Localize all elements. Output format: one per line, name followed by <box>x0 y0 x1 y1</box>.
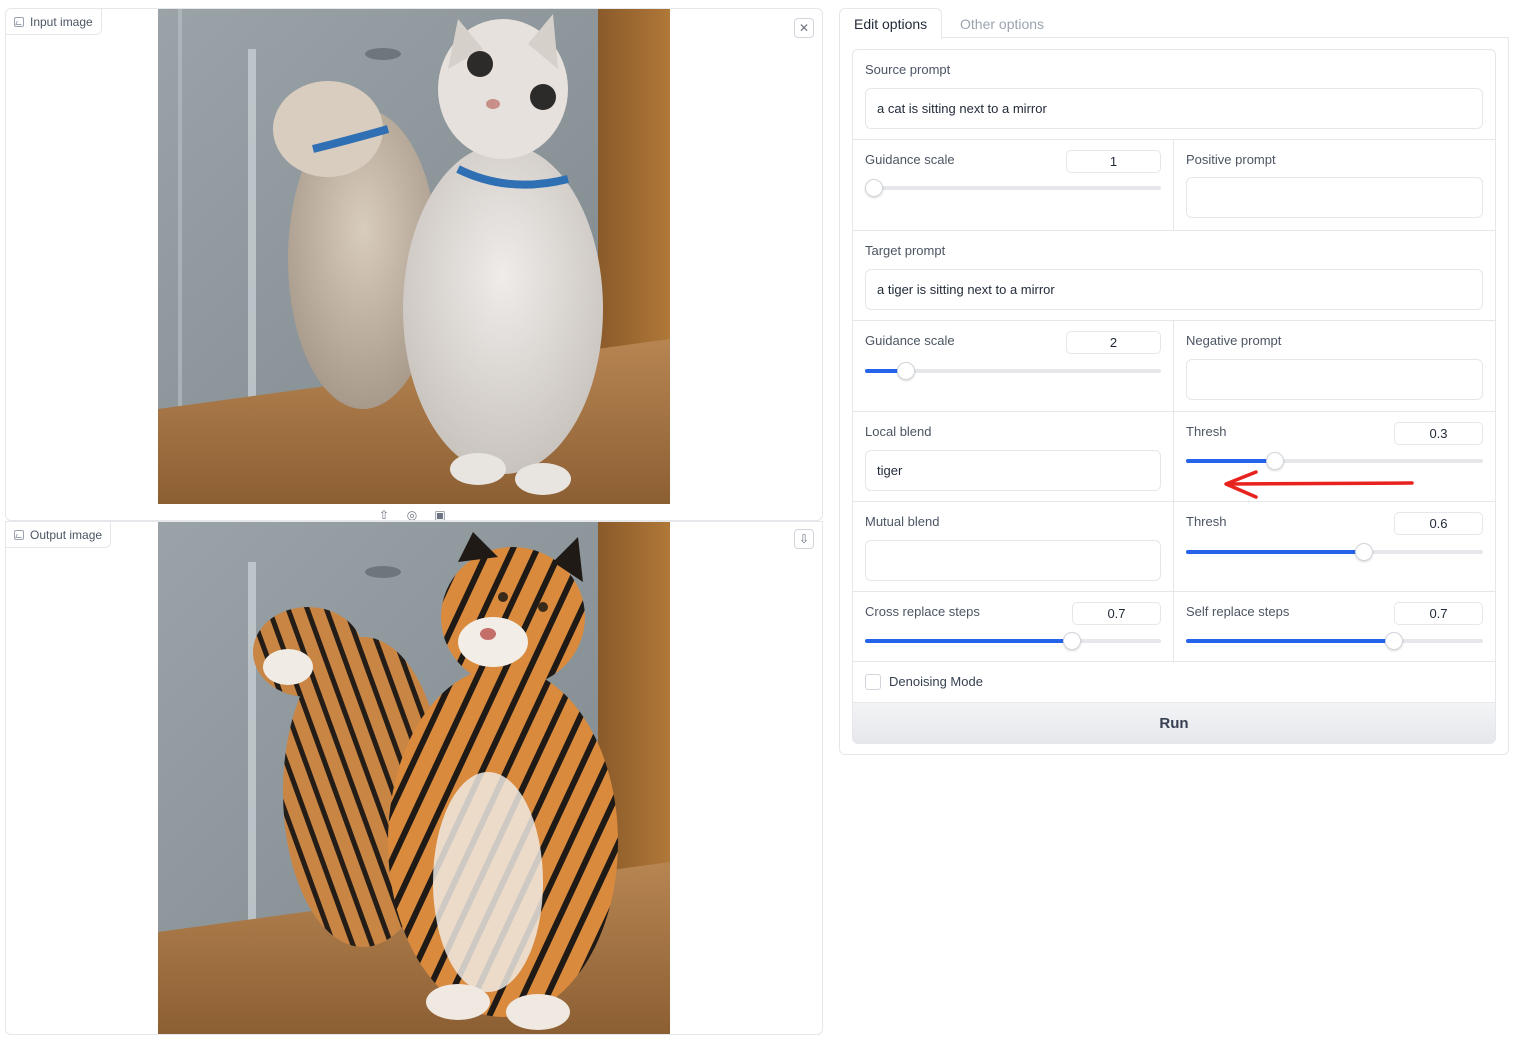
source-guidance-number[interactable]: 1 <box>1066 150 1161 173</box>
output-tiger-photo <box>158 522 670 1034</box>
input-image-label-text: Input image <box>30 14 93 29</box>
input-image-panel[interactable]: Input image ✕ ⇧ ◎ ▣ <box>5 8 823 521</box>
source-prompt-input[interactable]: a cat is sitting next to a mirror <box>865 88 1483 129</box>
local-thresh-label: Thresh <box>1186 424 1227 439</box>
denoising-mode-checkbox[interactable] <box>865 674 881 690</box>
target-guidance-number[interactable]: 2 <box>1066 331 1161 354</box>
tab-other-options[interactable]: Other options <box>946 8 1058 39</box>
positive-prompt-input[interactable] <box>1186 177 1483 218</box>
slider-thumb[interactable] <box>897 362 916 380</box>
image-source-toolbar: ⇧ ◎ ▣ <box>376 508 448 520</box>
local-blend-input[interactable]: tiger <box>865 450 1161 491</box>
target-prompt-row: Target prompt a tiger is sitting next to… <box>853 231 1495 321</box>
self-replace-number[interactable]: 0.7 <box>1394 602 1483 625</box>
options-tabs: Edit options Other options <box>839 8 1509 39</box>
download-icon: ⇩ <box>798 532 810 546</box>
slider-thumb[interactable] <box>1384 632 1403 650</box>
self-replace-label: Self replace steps <box>1186 604 1290 619</box>
replace-steps-row: Cross replace steps 0.7 Self replace ste… <box>853 592 1495 662</box>
source-guidance-label: Guidance scale <box>865 152 955 167</box>
run-button[interactable]: Run <box>853 702 1495 743</box>
denoising-row: Denoising Mode <box>853 662 1495 702</box>
negative-prompt-input[interactable] <box>1186 359 1483 400</box>
target-guidance-row: Guidance scale 2 Negative prompt <box>853 321 1495 412</box>
edit-options-form: Source prompt a cat is sitting next to a… <box>852 49 1496 744</box>
denoising-mode-label[interactable]: Denoising Mode <box>889 674 983 689</box>
slider-thumb[interactable] <box>865 179 883 197</box>
source-guidance-row: Guidance scale 1 Positive prompt <box>853 140 1495 231</box>
target-guidance-label: Guidance scale <box>865 333 955 348</box>
mutual-blend-label: Mutual blend <box>865 514 940 529</box>
target-guidance-slider[interactable] <box>865 362 1161 380</box>
image-icon <box>14 529 24 540</box>
mutual-blend-input[interactable] <box>865 540 1161 581</box>
source-guidance-slider[interactable] <box>865 179 1161 197</box>
download-button[interactable]: ⇩ <box>794 529 814 549</box>
clipboard-icon[interactable]: ▣ <box>432 508 448 520</box>
output-image-label: Output image <box>6 522 112 548</box>
self-replace-slider[interactable] <box>1186 632 1483 650</box>
input-cat-photo <box>158 9 670 504</box>
local-blend-label: Local blend <box>865 424 932 439</box>
source-prompt-row: Source prompt a cat is sitting next to a… <box>853 50 1495 140</box>
slider-thumb[interactable] <box>1063 632 1082 650</box>
slider-thumb[interactable] <box>1355 543 1374 561</box>
cross-replace-slider[interactable] <box>865 632 1161 650</box>
mutual-thresh-label: Thresh <box>1186 514 1227 529</box>
output-image-panel: Output image ⇩ <box>5 521 823 1035</box>
output-image-label-text: Output image <box>30 527 103 542</box>
slider-thumb[interactable] <box>1266 452 1285 470</box>
mutual-thresh-slider[interactable] <box>1186 543 1483 561</box>
mutual-blend-row: Mutual blend Thresh 0.6 <box>853 502 1495 592</box>
clear-image-button[interactable]: ✕ <box>794 18 814 38</box>
input-image-label: Input image <box>6 9 102 35</box>
tab-edit-options[interactable]: Edit options <box>839 8 943 39</box>
local-thresh-slider[interactable] <box>1186 452 1483 470</box>
source-prompt-label: Source prompt <box>865 62 951 77</box>
cross-replace-number[interactable]: 0.7 <box>1072 602 1161 625</box>
negative-prompt-label: Negative prompt <box>1186 333 1282 348</box>
local-thresh-number[interactable]: 0.3 <box>1394 422 1483 445</box>
image-icon <box>14 16 24 27</box>
webcam-icon[interactable]: ◎ <box>404 508 420 520</box>
red-arrow-annotation <box>1224 470 1414 499</box>
upload-icon[interactable]: ⇧ <box>376 508 392 520</box>
positive-prompt-label: Positive prompt <box>1186 152 1276 167</box>
mutual-thresh-number[interactable]: 0.6 <box>1394 512 1483 535</box>
close-icon: ✕ <box>798 21 810 35</box>
cross-replace-label: Cross replace steps <box>865 604 980 619</box>
target-prompt-label: Target prompt <box>865 243 946 258</box>
target-prompt-input[interactable]: a tiger is sitting next to a mirror <box>865 269 1483 310</box>
